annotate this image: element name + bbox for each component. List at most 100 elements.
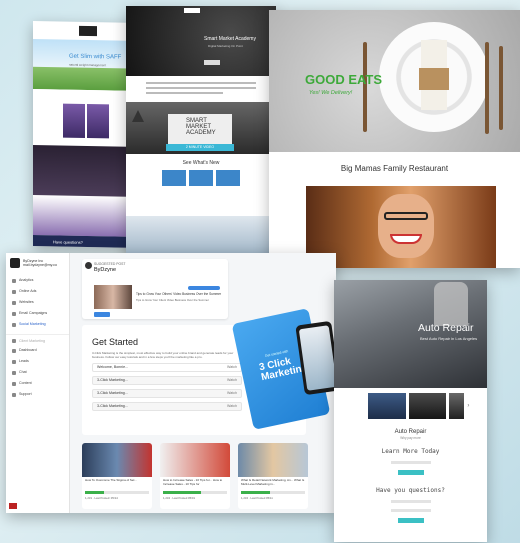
sma-hero: Smart Market Academy Digital Marketing O…: [126, 6, 276, 76]
gallery-thumb[interactable]: [368, 393, 406, 419]
sidebar-item-label: Support: [19, 392, 32, 396]
sidebar-nav: Analytics Online Ads Websites Email Camp…: [6, 275, 69, 400]
video-thumbnail: [160, 443, 230, 477]
gallery-thumb[interactable]: [449, 393, 465, 419]
suggested-post-author: ByDzyne: [94, 267, 117, 273]
good-eats-page: GOOD EATS Yes! We Delivery! Big Mamas Fa…: [269, 10, 520, 268]
sidebar-item-online-ads[interactable]: Online Ads: [6, 286, 69, 297]
auto-hero: Auto Repair Best Auto Repair in Los Ange…: [334, 280, 487, 388]
video-meta: 1,231 · Last Posted: 05/14: [85, 496, 118, 500]
sidebar-item-label: Analytics: [19, 278, 34, 282]
chevron-right-icon[interactable]: ›: [467, 393, 473, 419]
auto-hero-sub: Best Auto Repair in Los Angeles: [420, 336, 478, 341]
sidebar-item-analytics[interactable]: Analytics: [6, 275, 69, 286]
video-cards: How To Overcome The Stigma of Sel... 1,2…: [82, 443, 308, 509]
globe-icon: [12, 300, 16, 305]
ads-icon: [12, 289, 16, 294]
users-icon: [12, 339, 16, 343]
sma-landing-page: Smart Market Academy Digital Marketing O…: [126, 6, 276, 261]
sma-video[interactable]: SMART MARKET ACADEMY 2 MINUTE VIDEO: [126, 102, 276, 154]
sma-video-cta[interactable]: 2 MINUTE VIDEO: [166, 144, 234, 151]
video-card[interactable]: How to Increase Sales - 10 Tips for... H…: [160, 443, 230, 509]
saff-logo: [79, 25, 97, 37]
suggested-post-label: SUGGESTED POST: [94, 262, 126, 266]
tutorial-label: 3-Click Marketing...: [97, 378, 128, 382]
tutorial-row[interactable]: Welcome, Bonnie... Watch: [92, 363, 242, 372]
watch-link[interactable]: Watch: [227, 390, 237, 397]
product-box: [63, 103, 85, 138]
gallery-thumb[interactable]: [408, 393, 447, 419]
brand-avatar: [10, 258, 20, 268]
questions-submit-button[interactable]: [397, 518, 424, 523]
video-progress-fill: [163, 491, 202, 494]
watch-link[interactable]: Watch: [227, 377, 237, 384]
name-field[interactable]: [390, 500, 431, 503]
sidebar-item-label: Social Marketing: [19, 322, 46, 326]
video-card[interactable]: What Is Retail Network Marketing, An... …: [238, 443, 308, 509]
woman-face-image: [378, 194, 434, 258]
sidebar-item-content[interactable]: Content: [6, 378, 69, 389]
sidebar-item-support[interactable]: Support: [6, 389, 69, 400]
sidebar-item-leads[interactable]: Leads: [6, 356, 69, 367]
mechanic-image: [434, 282, 468, 326]
saff-headline: Get Slim with SAFF: [69, 53, 122, 61]
analytics-icon: [12, 278, 16, 283]
video-thumbnail: [82, 443, 152, 477]
sidebar-item-chat[interactable]: Chat: [6, 367, 69, 378]
napkin-band: [419, 68, 449, 90]
sma-footer-image: [126, 216, 276, 256]
watch-link[interactable]: Watch: [227, 364, 237, 371]
tutorial-row[interactable]: 3-Click Marketing... Watch: [92, 389, 242, 398]
suggested-post-line2: Tips to Grow Your Client Video Business …: [136, 298, 209, 302]
saff-subline: natural weight management: [69, 62, 107, 68]
tutorial-label: 3-Click Marketing...: [97, 404, 128, 408]
brand-block[interactable]: ByDzyne Inc mail.bydzyne@my.co: [6, 253, 69, 273]
sidebar-item-websites[interactable]: Websites: [6, 297, 69, 308]
document-icon: [12, 381, 16, 386]
tutorial-row[interactable]: 3-Click Marketing... Watch: [92, 376, 242, 385]
post-button[interactable]: [94, 312, 110, 317]
spoon-icon: [499, 46, 503, 130]
video-progress: [241, 491, 305, 494]
tutorial-label: 3-Click Marketing...: [97, 391, 128, 395]
share-icon: [12, 322, 16, 327]
video-meta: 1,234 · Last Posted 05/11: [241, 496, 273, 500]
video-progress-fill: [85, 491, 105, 494]
sidebar-item-social-marketing[interactable]: Social Marketing: [6, 319, 69, 330]
sidebar-item-dashboard[interactable]: Dashboard: [6, 345, 69, 356]
glasses-image: [384, 212, 428, 220]
triangle-logo-icon: [132, 110, 144, 122]
watch-link[interactable]: Watch: [227, 403, 237, 410]
sidebar-item-label: Content: [19, 381, 32, 385]
sidebar-item-label: Websites: [19, 300, 34, 304]
language-flag-icon[interactable]: [9, 503, 17, 509]
product-box: [87, 103, 109, 139]
learn-more-submit-button[interactable]: [397, 470, 424, 475]
mail-icon: [12, 311, 16, 316]
sidebar-item-email-campaigns[interactable]: Email Campaigns: [6, 308, 69, 319]
video-progress: [163, 491, 227, 494]
knife-icon: [485, 42, 489, 134]
sma-tiles: [126, 166, 276, 190]
email-field[interactable]: [390, 461, 431, 464]
sma-video-logo: SMART MARKET ACADEMY: [168, 114, 232, 144]
smile-image: [390, 234, 422, 244]
help-icon: [12, 392, 16, 397]
message-field[interactable]: [390, 509, 431, 512]
video-caption: How to Increase Sales - 10 Tips for... H…: [163, 478, 223, 486]
video-thumbnail: [238, 443, 308, 477]
learn-more-heading: Learn More Today: [381, 448, 440, 455]
eats-hero: GOOD EATS Yes! We Delivery!: [269, 10, 520, 152]
auto-repair-page: Auto Repair Best Auto Repair in Los Ange…: [334, 280, 487, 542]
sma-hero-button[interactable]: [204, 60, 220, 65]
restaurant-name: Big Mamas Family Restaurant: [340, 164, 449, 173]
tutorial-label: Welcome, Bonnie...: [97, 365, 129, 369]
sma-text-block: [126, 76, 276, 102]
fork-icon: [363, 42, 367, 132]
brand-email: mail.bydzyne@my.co: [23, 263, 57, 267]
eats-title: GOOD EATS: [305, 72, 383, 87]
tutorial-row[interactable]: 3-Click Marketing... Watch: [92, 402, 242, 411]
video-card[interactable]: How To Overcome The Stigma of Sel... 1,2…: [82, 443, 152, 509]
sidebar-item-label: Email Campaigns: [19, 311, 48, 315]
sidebar-item-client-marketing[interactable]: Client Marketing: [6, 334, 69, 345]
